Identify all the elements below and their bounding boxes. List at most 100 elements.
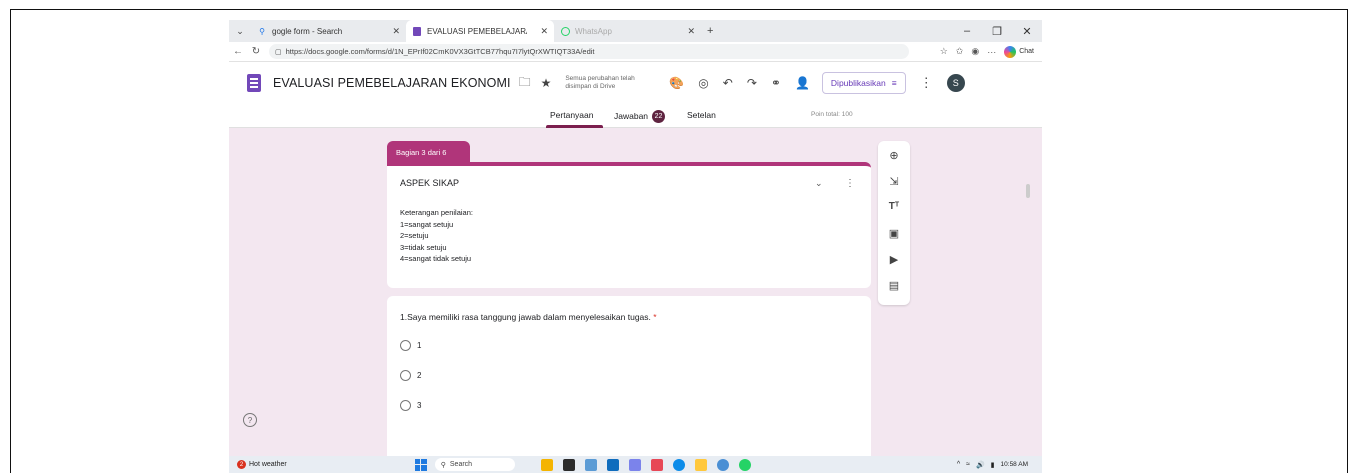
star-icon[interactable]: ★ [541, 76, 552, 90]
description-line: 4=sangat tidak setuju [400, 254, 472, 263]
tab-search[interactable]: ⚲ gogle form - Search ✕ [251, 20, 406, 42]
tab-questions[interactable]: Pertanyaan [550, 110, 593, 120]
favorites-list-icon[interactable]: ✩ [956, 46, 964, 57]
description-line: Keterangan penilaian: [400, 208, 473, 217]
store-app-icon[interactable] [606, 458, 619, 471]
palette-icon[interactable]: 🎨 [669, 76, 684, 90]
windows-taskbar: 2 Hot weather ⚲ Search ^ ≈ 🔊 ▮ 10:58 AM [229, 456, 1042, 473]
radio-circle-icon[interactable] [400, 370, 411, 381]
clock[interactable]: 10:58 AM [1001, 461, 1028, 468]
form-title[interactable]: EVALUASI PEMEBELAJARAN EKONOMI [273, 76, 511, 90]
help-icon[interactable]: ? [243, 413, 257, 427]
battery-icon[interactable]: ▮ [991, 461, 995, 469]
forms-header: EVALUASI PEMEBELAJARAN EKONOMI 🗀 ★ Semua… [229, 62, 1042, 104]
option-label: 1 [417, 341, 422, 350]
scrollbar[interactable] [1026, 184, 1030, 198]
add-video-icon[interactable]: ▶ [878, 253, 910, 266]
edge-app-icon[interactable] [672, 458, 685, 471]
question-card[interactable]: 1.Saya memiliki rasa tanggung jawab dala… [387, 296, 871, 456]
time-text: 10:58 AM [1000, 461, 1028, 468]
add-image-icon[interactable]: ▣ [878, 227, 910, 240]
section-menu-icon[interactable]: ⋮ [845, 178, 855, 189]
more-options-icon[interactable]: ⋮ [920, 75, 933, 91]
question-text[interactable]: 1.Saya memiliki rasa tanggung jawab dala… [400, 312, 657, 322]
reload-icon[interactable]: ↻ [247, 46, 265, 57]
more-menu-icon[interactable]: ··· [987, 47, 996, 57]
restore-icon[interactable]: ❐ [982, 25, 1012, 38]
publish-settings-icon: ≡ [891, 78, 897, 88]
close-icon[interactable]: ✕ [392, 26, 400, 37]
undo-icon[interactable]: ↶ [723, 76, 733, 90]
windows-start-icon[interactable] [414, 458, 427, 471]
app-icon[interactable] [650, 458, 663, 471]
search-icon: ⚲ [259, 26, 265, 36]
section-description[interactable]: Keterangan penilaian: 1=sangat setuju 2=… [400, 207, 473, 265]
radio-circle-icon[interactable] [400, 400, 411, 411]
tab-responses-label: Jawaban [614, 110, 649, 121]
add-title-icon[interactable]: Tᵀ [878, 201, 910, 212]
tab-settings[interactable]: Setelan [687, 110, 716, 120]
weather-label: Hot weather [249, 461, 287, 468]
section-title[interactable]: ASPEK SIKAP [400, 178, 459, 188]
site-info-icon[interactable]: ▢ [275, 48, 282, 56]
url-field[interactable]: ▢ https://docs.google.com/forms/d/1N_EPr… [269, 44, 909, 59]
url-text: https://docs.google.com/forms/d/1N_EPrIf… [285, 47, 595, 56]
redo-icon[interactable]: ↷ [747, 76, 757, 90]
copilot-chat-button[interactable]: Chat [1004, 45, 1034, 58]
add-collaborator-icon[interactable]: 👤 [795, 76, 810, 90]
whatsapp-app-icon[interactable] [738, 458, 751, 471]
tab-list-icon[interactable]: ⌄ [229, 26, 251, 37]
widgets-app-icon[interactable] [540, 458, 553, 471]
tab-label: gogle form - Search [272, 26, 343, 36]
back-icon[interactable]: ← [229, 46, 247, 57]
link-icon[interactable]: ⚭ [771, 76, 781, 90]
copilot-app-icon[interactable] [584, 458, 597, 471]
add-section-icon[interactable]: ▤ [878, 279, 910, 292]
taskbar-search-label: Search [449, 461, 473, 468]
section-header-card[interactable]: ASPEK SIKAP ⌄ ⋮ Keterangan penilaian: 1=… [387, 162, 871, 288]
floating-toolbar: ⊕ ⇲ Tᵀ ▣ ▶ ▤ [878, 141, 910, 305]
radio-option[interactable]: 3 [400, 400, 421, 411]
profile-icon[interactable]: ◉ [971, 46, 979, 57]
favorite-star-icon[interactable]: ☆ [940, 46, 948, 57]
tab-forms[interactable]: EVALUASI PEMEBELAJARAN EKON ✕ [406, 20, 554, 42]
total-points: Poin total: 100 [811, 111, 853, 118]
published-button[interactable]: Dipublikasikan ≡ [821, 72, 906, 94]
search-icon: ⚲ [440, 461, 446, 469]
task-view-icon[interactable] [562, 458, 575, 471]
window-controls: – ❐ ✕ [952, 20, 1042, 42]
minimize-icon[interactable]: – [952, 25, 982, 37]
option-label: 2 [417, 371, 422, 380]
required-mark: * [653, 312, 657, 322]
radio-circle-icon[interactable] [400, 340, 411, 351]
taskbar-search[interactable]: ⚲ Search [434, 458, 515, 471]
forms-icon [412, 26, 422, 36]
import-questions-icon[interactable]: ⇲ [878, 175, 910, 188]
radio-option[interactable]: 2 [400, 370, 421, 381]
preview-eye-icon[interactable]: ◎ [698, 76, 708, 90]
folder-icon[interactable]: 🗀 [519, 73, 531, 94]
weather-widget[interactable]: 2 Hot weather [237, 460, 287, 469]
teams-app-icon[interactable] [628, 458, 641, 471]
volume-icon[interactable]: 🔊 [976, 461, 985, 469]
close-icon[interactable]: ✕ [540, 26, 548, 37]
section-tag: Bagian 3 dari 6 [387, 141, 470, 163]
avatar[interactable]: S [946, 74, 965, 92]
chrome-app-icon[interactable] [716, 458, 729, 471]
system-tray: ^ ≈ 🔊 ▮ 10:58 AM [957, 461, 1042, 469]
new-tab-button[interactable]: + [707, 25, 713, 37]
add-question-icon[interactable]: ⊕ [878, 149, 910, 162]
radio-option[interactable]: 1 [400, 340, 421, 351]
collapse-section-icon[interactable]: ⌄ [815, 178, 823, 189]
saved-status: Semua perubahan telah disimpan di Drive [565, 75, 635, 90]
close-icon[interactable]: ✕ [687, 26, 695, 37]
question-label: 1.Saya memiliki rasa tanggung jawab dala… [400, 312, 651, 322]
chevron-up-icon[interactable]: ^ [957, 461, 960, 468]
tab-whatsapp[interactable]: WhatsApp ✕ [554, 20, 701, 42]
wifi-icon[interactable]: ≈ [966, 461, 970, 468]
tab-responses[interactable]: Jawaban 22 [614, 110, 666, 123]
close-window-icon[interactable]: ✕ [1012, 25, 1042, 38]
forms-logo-icon[interactable] [247, 74, 261, 92]
address-bar-actions: ☆ ✩ ◉ ··· Chat [940, 45, 1042, 58]
file-explorer-icon[interactable] [694, 458, 707, 471]
